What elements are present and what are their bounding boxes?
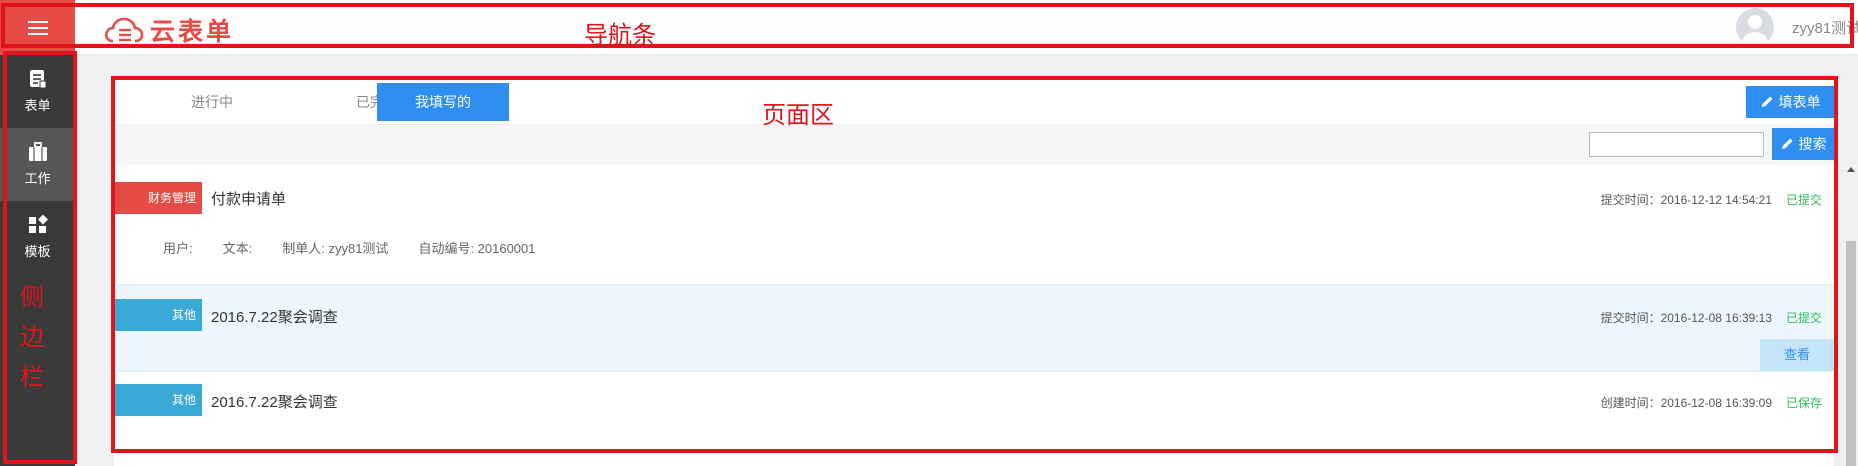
tab-bar: 进行中 已完成 我填写的 填表单 xyxy=(114,78,1834,125)
category-badge: 财务管理 xyxy=(114,182,202,214)
item-time: 创建时间：2016-12-08 16:39:09 xyxy=(1600,396,1772,410)
top-navbar: 云表单 zyy81测试 xyxy=(0,0,1858,55)
tab-my-submissions[interactable]: 我填写的 xyxy=(377,83,509,121)
logo-text: 云表单 xyxy=(150,18,235,46)
app-root: 云表单 zyy81测试 表单 工作 模板 进行中 我填写的 填表单 搜索 财务管… xyxy=(0,0,1858,466)
sidebar-item-label: 表单 xyxy=(24,98,51,113)
fill-form-label: 填表单 xyxy=(1778,94,1821,110)
tab-in-progress[interactable]: 进行中 xyxy=(146,83,278,121)
view-button[interactable]: 查看 xyxy=(1760,339,1834,371)
user-menu[interactable]: zyy81测试 xyxy=(1736,8,1858,46)
status-badge: 已提交 xyxy=(1785,193,1822,207)
avatar[interactable] xyxy=(1736,8,1774,46)
pencil-icon xyxy=(1761,96,1772,107)
sidebar-item-label: 工作 xyxy=(24,171,51,186)
navbar-annotation-label: 导航条 xyxy=(584,22,656,49)
submission-list: 财务管理 付款申请单 提交时间：2016-12-12 14:54:21 已提交 … xyxy=(114,166,1834,452)
search-toolbar: 搜索 xyxy=(114,125,1834,165)
list-item[interactable]: 其他 2016.7.22聚会调查 提交时间：2016-12-08 16:39:1… xyxy=(114,284,1834,372)
briefcase-icon xyxy=(28,142,47,161)
hamburger-icon xyxy=(27,20,48,35)
item-time: 提交时间：2016-12-08 16:39:13 xyxy=(1600,311,1772,325)
item-title[interactable]: 付款申请单 xyxy=(211,188,286,209)
field-serial: 自动编号: 20160001 xyxy=(418,241,536,256)
app-logo[interactable]: 云表单 xyxy=(104,12,234,48)
field-creator: 制单人: zyy81测试 xyxy=(282,241,389,256)
search-input[interactable] xyxy=(1589,132,1764,157)
sidebar-item-work[interactable]: 工作 xyxy=(0,128,75,201)
menu-toggle-button[interactable] xyxy=(0,0,75,55)
search-label: 搜索 xyxy=(1798,136,1827,152)
sidebar-item-forms[interactable]: 表单 xyxy=(0,55,75,128)
item-fields: 用户: 文本: 制单人: zyy81测试 自动编号: 20160001 xyxy=(163,238,536,257)
list-item[interactable]: 财务管理 付款申请单 提交时间：2016-12-12 14:54:21 已提交 … xyxy=(114,166,1834,284)
item-title[interactable]: 2016.7.22聚会调查 xyxy=(211,391,338,412)
page-area: 进行中 已完成 我填写的 填表单 搜索 财务管理 付款 xyxy=(114,78,1834,466)
fill-form-button[interactable]: 填表单 xyxy=(1746,86,1834,118)
search-button[interactable]: 搜索 xyxy=(1772,128,1834,160)
scroll-thumb[interactable] xyxy=(1846,241,1856,466)
sidebar-item-templates[interactable]: 模板 xyxy=(0,201,75,274)
page-area-annotation-label: 页面区 xyxy=(762,102,834,129)
template-icon xyxy=(28,215,48,233)
pencil-icon xyxy=(1781,138,1792,149)
category-badge: 其他 xyxy=(114,384,202,416)
username[interactable]: zyy81测试 xyxy=(1792,17,1858,38)
form-icon xyxy=(29,70,46,89)
status-badge: 已保存 xyxy=(1785,396,1822,410)
item-title[interactable]: 2016.7.22聚会调查 xyxy=(211,306,338,327)
field-text: 文本: xyxy=(222,241,253,256)
cloud-form-icon xyxy=(104,17,144,43)
scroll-up-icon[interactable] xyxy=(1847,167,1855,172)
vertical-scrollbar[interactable] xyxy=(1844,161,1858,466)
field-user: 用户: xyxy=(163,241,193,256)
item-time: 提交时间：2016-12-12 14:54:21 xyxy=(1600,193,1772,207)
sidebar: 表单 工作 模板 xyxy=(0,55,75,466)
status-badge: 已提交 xyxy=(1785,311,1822,325)
list-item[interactable]: 其他 2016.7.22聚会调查 创建时间：2016-12-08 16:39:0… xyxy=(114,372,1834,452)
sidebar-item-label: 模板 xyxy=(24,244,51,259)
sidebar-annotation-label: 侧 边 栏 xyxy=(20,284,44,391)
category-badge: 其他 xyxy=(114,299,202,331)
